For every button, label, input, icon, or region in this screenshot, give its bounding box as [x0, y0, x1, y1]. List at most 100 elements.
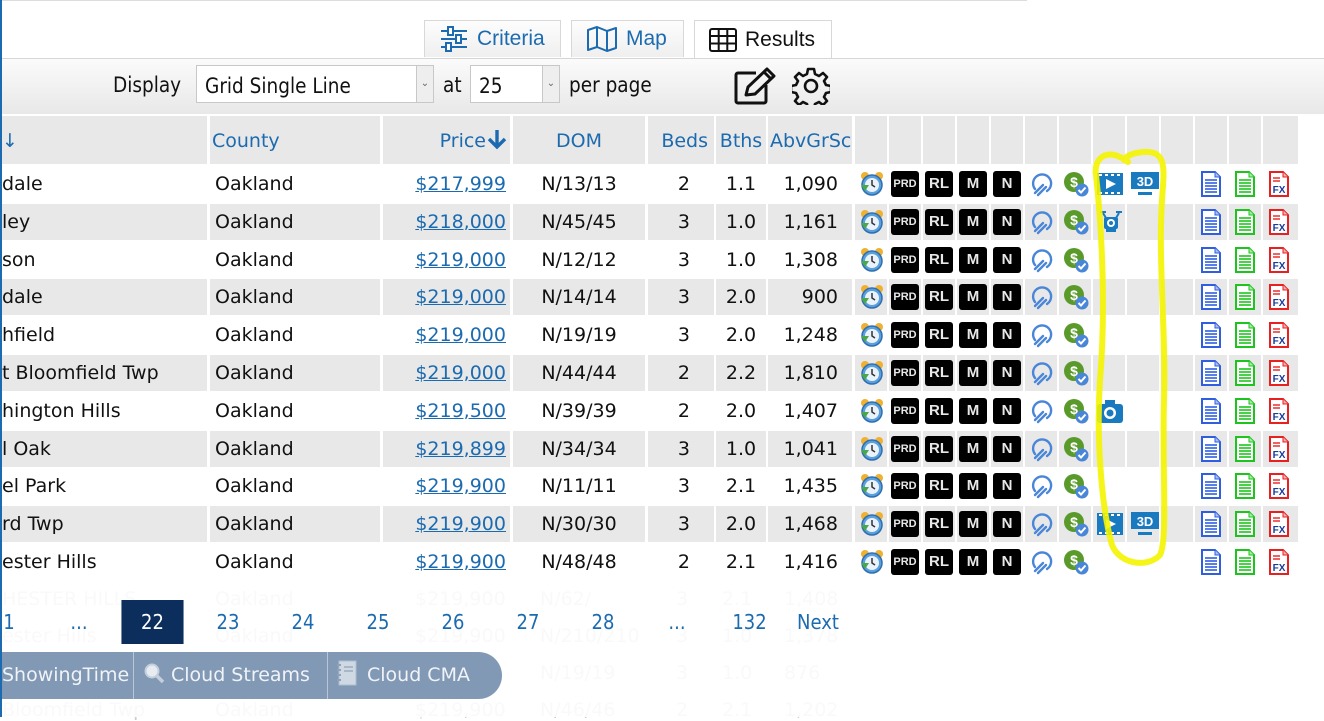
price-link[interactable]: $219,899: [415, 438, 506, 460]
n-badge-icon[interactable]: N: [993, 360, 1021, 386]
price-link[interactable]: $218,000: [415, 211, 506, 233]
prd-badge-icon[interactable]: PRD: [891, 473, 919, 500]
col-beds-header[interactable]: Beds: [648, 116, 714, 164]
swirl-icon[interactable]: [1029, 398, 1055, 424]
col-price-header[interactable]: Price: [383, 116, 510, 164]
display-mode-select[interactable]: Grid Single Line ⌄: [196, 65, 434, 103]
table-row[interactable]: hington Hills Oakland N/39/39 2 2.0 1,407 $219…: [0, 393, 1300, 430]
n-badge-icon[interactable]: N: [993, 473, 1021, 500]
n-badge-icon[interactable]: N: [993, 284, 1021, 311]
gear-icon[interactable]: [792, 67, 830, 105]
price-check-icon[interactable]: $: [1063, 171, 1089, 197]
alarm-clock-icon[interactable]: [859, 209, 885, 235]
rl-badge-icon[interactable]: RL: [925, 549, 953, 575]
swirl-icon[interactable]: [1029, 549, 1055, 575]
document-green-icon[interactable]: [1234, 246, 1260, 273]
swirl-icon[interactable]: [1029, 247, 1055, 273]
rl-badge-icon[interactable]: RL: [925, 511, 953, 538]
edit-icon[interactable]: [734, 67, 776, 105]
n-badge-icon[interactable]: N: [993, 435, 1021, 462]
cloud-cma-button[interactable]: Cloud CMA: [336, 652, 470, 699]
alarm-clock-icon[interactable]: [859, 284, 885, 310]
document-green-icon[interactable]: [1234, 549, 1260, 575]
document-fx-icon[interactable]: FX: [1268, 549, 1294, 575]
document-blue-icon[interactable]: [1200, 171, 1226, 197]
price-link[interactable]: $219,000: [415, 286, 506, 308]
document-blue-icon[interactable]: [1200, 208, 1226, 235]
col-abvgr-header[interactable]: AbvGrSc: [768, 116, 852, 164]
n-badge-icon[interactable]: N: [993, 246, 1021, 273]
price-check-icon[interactable]: $: [1063, 511, 1089, 537]
alarm-clock-icon[interactable]: [859, 511, 885, 537]
rl-badge-icon[interactable]: RL: [925, 360, 953, 386]
price-check-icon[interactable]: $: [1063, 398, 1089, 424]
table-row[interactable]: el Park Oakland N/11/11 3 2.1 1,435 $219,900 PR…: [0, 468, 1300, 505]
prd-badge-icon[interactable]: PRD: [891, 360, 919, 386]
price-link[interactable]: $217,999: [415, 173, 506, 195]
drone-icon[interactable]: [1098, 209, 1124, 235]
price-link[interactable]: $219,000: [415, 249, 506, 271]
table-row[interactable]: dale Oakland N/14/14 3 2.0 900 $219,000 PRD RL M N…: [0, 279, 1300, 316]
document-blue-icon[interactable]: [1200, 435, 1226, 462]
document-fx-icon[interactable]: FX: [1268, 397, 1294, 424]
document-green-icon[interactable]: [1234, 208, 1260, 235]
alarm-clock-icon[interactable]: [859, 549, 885, 575]
n-badge-icon[interactable]: N: [993, 208, 1021, 235]
price-check-icon[interactable]: $: [1063, 284, 1089, 310]
price-link[interactable]: $219,500: [415, 400, 506, 422]
table-row[interactable]: l Oak Oakland N/34/34 3 1.0 1,041 $219,899 PRD R…: [0, 430, 1300, 468]
swirl-icon[interactable]: [1029, 209, 1055, 235]
table-row[interactable]: son Oakland N/12/12 3 1.0 1,308 $219,000 PRD RL M…: [0, 242, 1300, 279]
swirl-icon[interactable]: [1029, 171, 1055, 197]
document-fx-icon[interactable]: FX: [1268, 435, 1294, 462]
prd-badge-icon[interactable]: PRD: [891, 171, 919, 197]
document-fx-icon[interactable]: FX: [1268, 208, 1294, 235]
document-blue-icon[interactable]: [1200, 246, 1226, 273]
price-check-icon[interactable]: $: [1063, 322, 1089, 348]
document-fx-icon[interactable]: FX: [1268, 246, 1294, 273]
price-link[interactable]: $219,000: [415, 324, 506, 346]
document-fx-icon[interactable]: FX: [1268, 511, 1294, 538]
col-baths-header[interactable]: Bths: [716, 116, 766, 164]
video-icon[interactable]: [1096, 171, 1123, 197]
page-link[interactable]: 132: [725, 600, 775, 644]
table-row[interactable]: t Bloomfield Twp Oakland N/44/44 2 2.2 1,810 $…: [0, 355, 1300, 392]
price-check-icon[interactable]: $: [1063, 360, 1089, 386]
document-green-icon[interactable]: [1234, 284, 1260, 311]
tab-criteria[interactable]: Criteria: [424, 20, 561, 57]
price-link[interactable]: $219,000: [415, 362, 506, 384]
swirl-icon[interactable]: [1029, 360, 1055, 386]
document-fx-icon[interactable]: FX: [1268, 473, 1294, 500]
table-row[interactable]: ester Hills Oakland N/48/48 2 2.1 1,416 $219,9…: [0, 544, 1300, 581]
prd-badge-icon[interactable]: PRD: [891, 246, 919, 273]
page-link[interactable]: 26: [435, 600, 471, 644]
document-blue-icon[interactable]: [1200, 360, 1226, 386]
prd-badge-icon[interactable]: PRD: [891, 208, 919, 235]
document-green-icon[interactable]: [1234, 397, 1260, 424]
price-link[interactable]: $219,900: [415, 475, 506, 497]
alarm-clock-icon[interactable]: [859, 171, 885, 197]
document-fx-icon[interactable]: FX: [1268, 284, 1294, 311]
alarm-clock-icon[interactable]: [859, 436, 885, 462]
col-county-header[interactable]: County: [210, 116, 380, 164]
rl-badge-icon[interactable]: RL: [925, 171, 953, 197]
price-link[interactable]: $219,900: [415, 513, 506, 535]
rl-badge-icon[interactable]: RL: [925, 246, 953, 273]
swirl-icon[interactable]: [1029, 436, 1055, 462]
m-badge-icon[interactable]: M: [959, 360, 987, 386]
document-green-icon[interactable]: [1234, 473, 1260, 500]
prd-badge-icon[interactable]: PRD: [891, 549, 919, 575]
document-blue-icon[interactable]: [1200, 473, 1226, 500]
document-blue-icon[interactable]: [1200, 397, 1226, 424]
m-badge-icon[interactable]: M: [959, 549, 987, 575]
n-badge-icon[interactable]: N: [993, 171, 1021, 197]
page-link[interactable]: 23: [210, 600, 246, 644]
swirl-icon[interactable]: [1029, 284, 1055, 310]
document-blue-icon[interactable]: [1200, 284, 1226, 311]
3d-tour-icon[interactable]: 3D: [1130, 511, 1159, 537]
n-badge-icon[interactable]: N: [993, 549, 1021, 575]
3d-tour-icon[interactable]: 3D: [1130, 171, 1159, 197]
alarm-clock-icon[interactable]: [859, 322, 885, 348]
rl-badge-icon[interactable]: RL: [925, 208, 953, 235]
table-row[interactable]: hfield Oakland N/19/19 3 2.0 1,248 $219,000 PRD…: [0, 317, 1300, 354]
